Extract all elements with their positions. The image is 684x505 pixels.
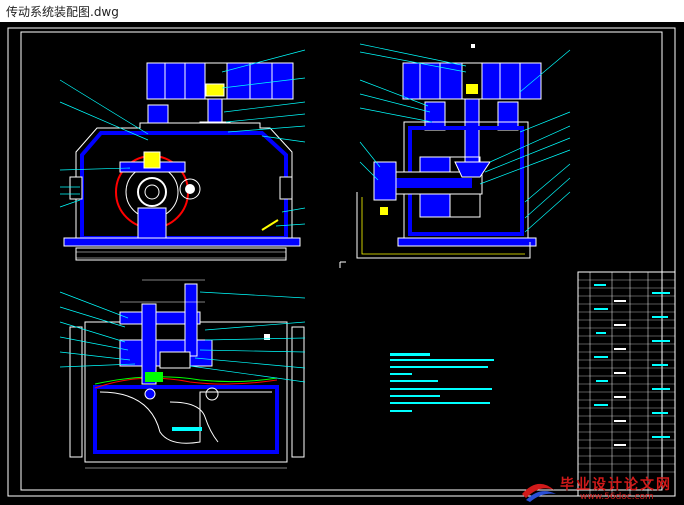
watermark: 毕业设计论文网 www.56doc.com [518, 472, 684, 505]
watermark-text: 毕业设计论文网 [560, 477, 672, 493]
top-view [59, 279, 306, 469]
inner-frame [20, 31, 663, 491]
drawing-canvas[interactable] [0, 22, 684, 505]
watermark-logo-icon [522, 483, 556, 502]
title-bar: 传动系统装配图.dwg [0, 0, 684, 22]
front-view [59, 49, 306, 261]
technical-notes [390, 353, 494, 412]
side-view [339, 43, 571, 268]
gearbox-housing [75, 122, 293, 245]
cad-drawing [7, 27, 676, 497]
window-title: 传动系统装配图.dwg [6, 5, 119, 19]
title-block [577, 271, 676, 497]
watermark-url: www.56doc.com [580, 492, 654, 502]
